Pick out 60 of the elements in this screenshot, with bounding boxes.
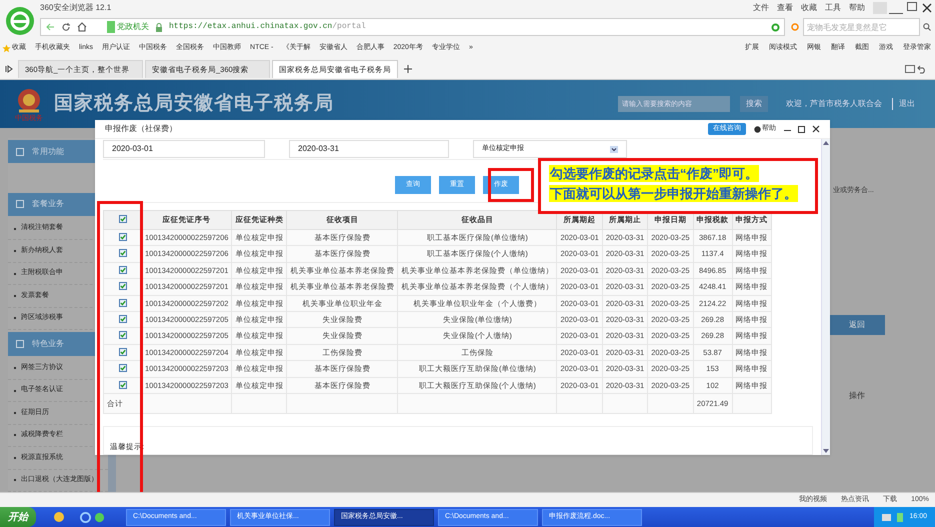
annotation-frame <box>488 168 534 202</box>
checkbox[interactable] <box>118 364 126 372</box>
menu-item[interactable]: 收藏 <box>801 2 817 14</box>
scroll-down-icon[interactable] <box>822 447 830 455</box>
checkbox[interactable] <box>118 266 126 274</box>
header-label: 套餐业务 <box>32 198 64 210</box>
checkbox[interactable] <box>118 380 126 389</box>
date-field[interactable]: 2020-03-31 <box>289 140 449 158</box>
sidebar-toggle-icon[interactable] <box>5 65 13 73</box>
browser-logo-icon <box>5 6 35 36</box>
return-button[interactable]: 返回 <box>829 314 885 334</box>
maximize-icon[interactable] <box>798 126 805 132</box>
section-icon <box>16 200 24 208</box>
minimize-icon[interactable] <box>784 127 791 131</box>
date-field[interactable]: 2020-03-01 <box>103 140 265 158</box>
url-text[interactable]: https://etax.anhui.chinatax.gov.cn/portal <box>169 21 366 33</box>
checkbox[interactable] <box>118 282 126 290</box>
site-title: 国家税务总局安徽省电子税务局 <box>54 92 334 116</box>
home-icon[interactable] <box>77 22 87 32</box>
checkbox[interactable] <box>118 233 126 242</box>
close-icon[interactable] <box>812 125 820 133</box>
quick-launch-icon[interactable] <box>53 511 65 523</box>
menu-item[interactable]: 文件 <box>753 2 769 14</box>
header-label: 常用功能 <box>32 146 64 158</box>
checkbox[interactable] <box>118 298 126 307</box>
section-icon <box>16 148 24 156</box>
close-icon[interactable] <box>921 2 933 14</box>
browser-icon[interactable] <box>94 512 105 522</box>
site-badge: 党政机关 <box>107 21 149 33</box>
column-header: 操作 <box>849 390 865 402</box>
menu-item[interactable]: 工具 <box>825 2 841 14</box>
menu-item[interactable]: 查看 <box>777 2 793 14</box>
checkbox[interactable] <box>118 215 126 224</box>
lock-icon <box>155 22 163 32</box>
dialog-title: 申报作废（社保费） <box>105 123 177 135</box>
undo-icon[interactable] <box>917 64 927 74</box>
maximize-icon[interactable] <box>907 2 917 11</box>
refresh-icon[interactable] <box>61 22 71 32</box>
restore-icon[interactable] <box>905 65 915 73</box>
menu-item[interactable]: 帮助 <box>849 2 865 14</box>
checkbox[interactable] <box>118 315 126 324</box>
scroll-up-icon[interactable] <box>822 139 830 147</box>
window-title: 360安全浏览器 12.1 <box>40 2 112 14</box>
new-tab-icon[interactable] <box>404 65 412 73</box>
browser-icon[interactable] <box>80 512 91 522</box>
search-field[interactable]: 宠物毛发克星竟然是它 <box>803 18 920 36</box>
search-icon[interactable] <box>923 23 931 31</box>
checkbox[interactable] <box>118 348 126 356</box>
callout-text: 下面就可以从第一步申报开始重新操作了。 <box>549 185 798 202</box>
scrollbar[interactable] <box>821 139 830 455</box>
checkbox[interactable] <box>118 331 126 340</box>
welcome-text: 欢迎，芦首市税务人联合会 <box>786 98 882 110</box>
callout-text: 勾选要作废的记录点击“作废”即可。 <box>549 165 759 182</box>
start-button[interactable]: 开始 <box>0 507 36 527</box>
section-icon <box>16 340 24 348</box>
header-label: 特色业务 <box>32 338 64 350</box>
star-icon[interactable] <box>2 44 11 52</box>
dropdown-caret-icon <box>610 146 618 152</box>
search-logo-icon <box>791 22 800 32</box>
checkbox[interactable] <box>118 249 126 258</box>
